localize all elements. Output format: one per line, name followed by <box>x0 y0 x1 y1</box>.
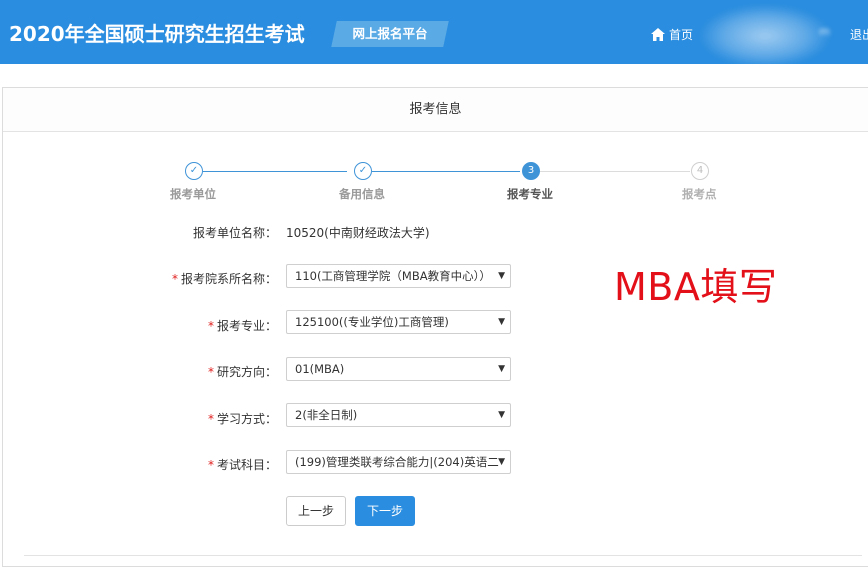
dropdown-arrow-icon: ▼ <box>498 271 505 281</box>
major-select-value: 125100((专业学位)工商管理) <box>295 315 449 329</box>
exam-subject-select-value: (199)管理类联考综合能力|(204)英语二 <box>295 455 499 469</box>
next-step-button[interactable]: 下一步 <box>355 496 415 526</box>
step-connector-3 <box>540 171 690 172</box>
step-3-marker: 3 <box>522 162 540 180</box>
required-marker: * <box>172 272 178 286</box>
user-name: m <box>819 25 830 38</box>
step-2-check-icon: ✓ <box>354 162 372 180</box>
top-header: 2020年全国硕士研究生招生考试 网上报名平台 首页 m 退出 <box>0 0 868 67</box>
step-3-label: 报考专业 <box>507 187 553 201</box>
unit-name-label: 报考单位名称： <box>193 226 278 240</box>
study-mode-select[interactable]: 2(非全日制) ▼ <box>286 403 511 427</box>
exam-subject-label-text: 考试科目： <box>217 458 278 472</box>
step-1-label: 报考单位 <box>170 187 216 201</box>
panel-title: 报考信息 <box>3 88 868 132</box>
dropdown-arrow-icon: ▼ <box>498 317 505 327</box>
dropdown-arrow-icon: ▼ <box>498 364 505 374</box>
home-link[interactable]: 首页 <box>651 26 693 43</box>
dept-select-value: 110(工商管理学院（MBA教育中心）） <box>295 269 491 283</box>
platform-badge-label: 网上报名平台 <box>352 26 428 41</box>
home-icon <box>651 28 665 41</box>
major-label-text: 报考专业： <box>217 319 278 333</box>
home-link-label: 首页 <box>669 28 694 42</box>
direction-label-text: 研究方向： <box>217 365 278 379</box>
step-4-label: 报考点 <box>682 187 717 201</box>
step-connector-1 <box>203 171 347 172</box>
required-marker: * <box>208 319 214 333</box>
step-connector-2 <box>372 171 520 172</box>
dropdown-arrow-icon: ▼ <box>498 457 505 467</box>
required-marker: * <box>208 458 214 472</box>
exam-subject-select[interactable]: (199)管理类联考综合能力|(204)英语二 ▼ <box>286 450 511 474</box>
major-label: * 报考专业： <box>208 317 277 334</box>
step-1-check-icon: ✓ <box>185 162 203 180</box>
direction-select-value: 01(MBA) <box>295 362 345 376</box>
study-mode-label: * 学习方式： <box>208 410 277 427</box>
direction-select[interactable]: 01(MBA) ▼ <box>286 357 511 381</box>
study-mode-label-text: 学习方式： <box>217 412 278 426</box>
step-2-label: 备用信息 <box>339 187 385 201</box>
dept-select[interactable]: 110(工商管理学院（MBA教育中心）） ▼ <box>286 264 511 288</box>
dept-label-text: 报考院系所名称： <box>181 272 278 286</box>
exam-subject-label: * 考试科目： <box>208 456 277 473</box>
unit-name-value: 10520(中南财经政法大学) <box>286 226 430 240</box>
mba-annotation: MBA填写 <box>614 265 778 309</box>
platform-badge: 网上报名平台 <box>331 21 449 47</box>
dept-label: * 报考院系所名称： <box>172 270 277 287</box>
page-title: 2020年全国硕士研究生招生考试 <box>9 22 305 46</box>
step-4-marker: 4 <box>691 162 709 180</box>
prev-step-button[interactable]: 上一步 <box>286 496 346 526</box>
bottom-divider <box>24 555 862 556</box>
required-marker: * <box>208 365 214 379</box>
dropdown-arrow-icon: ▼ <box>498 410 505 420</box>
major-select[interactable]: 125100((专业学位)工商管理) ▼ <box>286 310 511 334</box>
required-marker: * <box>208 412 214 426</box>
logout-link[interactable]: 退出 <box>850 26 868 43</box>
study-mode-select-value: 2(非全日制) <box>295 408 358 422</box>
direction-label: * 研究方向： <box>208 363 277 380</box>
